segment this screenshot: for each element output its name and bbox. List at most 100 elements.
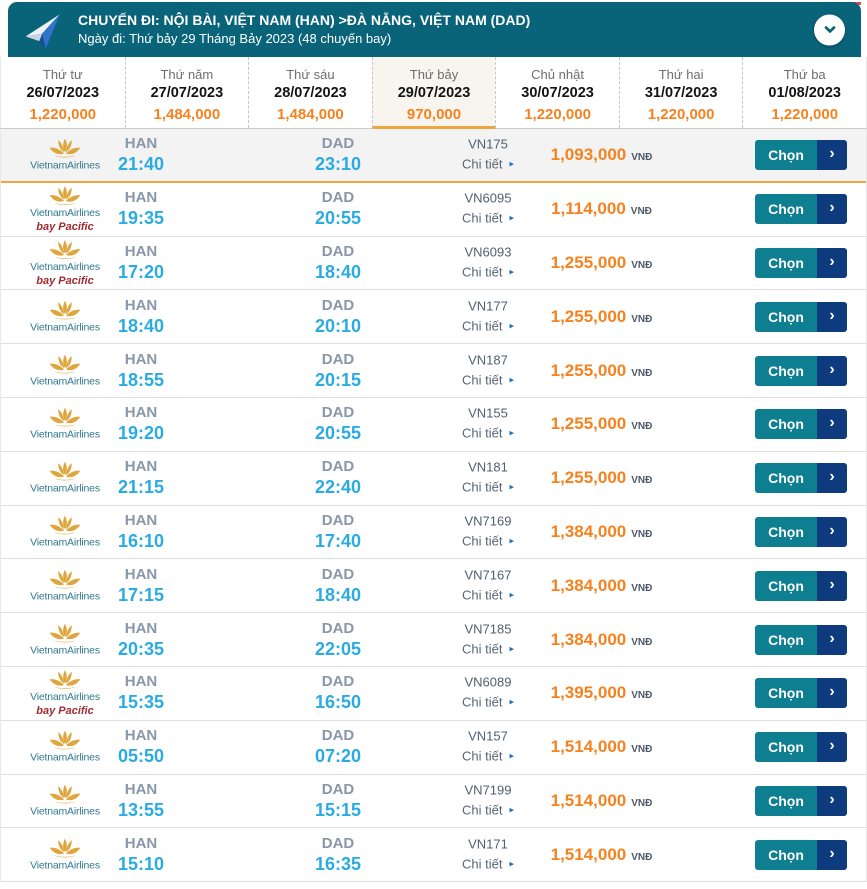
details-link[interactable]: Chi tiết ▸ bbox=[462, 426, 514, 441]
flight-row-VN7199: VietnamAirlines HAN 13:55 DAD 15:15 VN71… bbox=[1, 774, 866, 829]
details-label: Chi tiết bbox=[462, 856, 503, 872]
select-button[interactable]: Chọn › bbox=[755, 301, 847, 332]
select-button[interactable]: Chọn › bbox=[755, 463, 847, 494]
details-link[interactable]: Chi tiết ▸ bbox=[462, 856, 514, 871]
details-label: Chi tiết bbox=[462, 479, 503, 495]
origin-code: HAN bbox=[124, 242, 158, 260]
details-link[interactable]: Chi tiết ▸ bbox=[462, 587, 514, 602]
price-amount: 1,514,000 bbox=[550, 737, 627, 757]
arrival-cell: DAD 07:20 bbox=[296, 727, 380, 767]
price-cell: 1,255,000 VNĐ bbox=[529, 414, 674, 434]
arrival-time: 18:40 bbox=[314, 584, 362, 605]
details-link[interactable]: Chi tiết ▸ bbox=[462, 156, 514, 171]
price-amount: 1,255,000 bbox=[550, 252, 627, 272]
arrival-time: 22:05 bbox=[314, 638, 362, 659]
destination-code: DAD bbox=[321, 404, 355, 422]
details-link[interactable]: Chi tiết ▸ bbox=[462, 749, 514, 764]
chevron-right-icon: › bbox=[817, 732, 847, 763]
collapse-button[interactable] bbox=[814, 14, 845, 45]
chevron-right-icon: › bbox=[817, 785, 847, 816]
date-tab-29-07-2023[interactable]: Thứ bảy 29/07/2023 970,000 bbox=[371, 57, 496, 129]
details-label: Chi tiết bbox=[462, 264, 503, 280]
vietnam-airlines-lotus-icon bbox=[47, 568, 83, 590]
select-button-label: Chọn bbox=[755, 732, 817, 763]
arrival-time: 20:55 bbox=[314, 208, 362, 229]
origin-code: HAN bbox=[124, 404, 158, 422]
origin-code: HAN bbox=[124, 511, 158, 529]
select-button[interactable]: Chọn › bbox=[755, 624, 847, 655]
date-tab-26-07-2023[interactable]: Thứ tư 26/07/2023 1,220,000 bbox=[1, 57, 125, 128]
select-button[interactable]: Chọn › bbox=[755, 355, 847, 386]
chevron-right-icon: › bbox=[817, 516, 847, 547]
arrival-time: 15:15 bbox=[314, 799, 362, 820]
triangle-right-icon: ▸ bbox=[509, 643, 514, 654]
select-button[interactable]: Chọn › bbox=[755, 785, 847, 816]
price-cell: 1,255,000 VNĐ bbox=[529, 307, 674, 327]
details-link[interactable]: Chi tiết ▸ bbox=[462, 480, 514, 495]
departure-cell: HAN 18:40 bbox=[99, 297, 183, 337]
date-tab-28-07-2023[interactable]: Thứ sáu 28/07/2023 1,484,000 bbox=[248, 57, 372, 128]
trip-subtitle: Ngày đi: Thứ bảy 29 Tháng Bảy 2023 (48 c… bbox=[78, 31, 392, 47]
date-tab-30-07-2023[interactable]: Chủ nhật 30/07/2023 1,220,000 bbox=[495, 57, 619, 128]
destination-code: DAD bbox=[321, 134, 355, 152]
departure-cell: HAN 19:20 bbox=[99, 404, 183, 444]
flight-row-VN157: VietnamAirlines HAN 05:50 DAD 07:20 VN15… bbox=[1, 720, 866, 775]
chevron-right-icon: › bbox=[817, 839, 847, 870]
details-link[interactable]: Chi tiết ▸ bbox=[462, 264, 514, 279]
details-label: Chi tiết bbox=[462, 748, 503, 764]
details-link[interactable]: Chi tiết ▸ bbox=[462, 533, 514, 548]
date-tab-31-07-2023[interactable]: Thứ hai 31/07/2023 1,220,000 bbox=[618, 57, 743, 128]
tab-day-label: Chủ nhật bbox=[531, 67, 584, 82]
price-cell: 1,384,000 VNĐ bbox=[529, 522, 674, 542]
tab-price: 970,000 bbox=[406, 106, 462, 123]
date-tab-01-08-2023[interactable]: Thứ ba 01/08/2023 1,220,000 bbox=[742, 57, 866, 128]
price-amount: 1,255,000 bbox=[550, 306, 627, 326]
departure-time: 15:10 bbox=[117, 853, 165, 874]
chevron-right-icon: › bbox=[817, 570, 847, 601]
vietnam-airlines-lotus-icon bbox=[47, 730, 83, 752]
details-label: Chi tiết bbox=[462, 802, 503, 818]
arrival-time: 16:35 bbox=[314, 853, 362, 874]
chevron-right-icon: › bbox=[817, 678, 847, 709]
vietnam-airlines-lotus-icon bbox=[47, 300, 83, 322]
details-link[interactable]: Chi tiết ▸ bbox=[462, 695, 514, 710]
arrival-cell: DAD 20:15 bbox=[296, 351, 380, 391]
triangle-right-icon: ▸ bbox=[509, 427, 514, 438]
select-button[interactable]: Chọn › bbox=[755, 732, 847, 763]
chevron-right-icon: › bbox=[817, 194, 847, 225]
details-label: Chi tiết bbox=[462, 641, 503, 657]
select-button[interactable]: Chọn › bbox=[755, 678, 847, 709]
details-link[interactable]: Chi tiết ▸ bbox=[462, 641, 514, 656]
select-button[interactable]: Chọn › bbox=[755, 409, 847, 440]
details-link[interactable]: Chi tiết ▸ bbox=[462, 372, 514, 387]
flight-row-VN177: VietnamAirlines HAN 18:40 DAD 20:10 VN17… bbox=[1, 290, 866, 345]
select-button[interactable]: Chọn › bbox=[755, 194, 847, 225]
select-button-label: Chọn bbox=[755, 839, 817, 870]
date-tab-27-07-2023[interactable]: Thứ năm 27/07/2023 1,484,000 bbox=[124, 57, 249, 128]
vietnam-airlines-lotus-icon bbox=[47, 670, 83, 692]
tab-date: 30/07/2023 bbox=[521, 85, 594, 101]
details-link[interactable]: Chi tiết ▸ bbox=[462, 211, 514, 226]
select-button[interactable]: Chọn › bbox=[755, 839, 847, 870]
vietnam-airlines-lotus-icon bbox=[47, 784, 83, 806]
select-button[interactable]: Chọn › bbox=[755, 570, 847, 601]
arrival-cell: DAD 16:50 bbox=[296, 673, 380, 713]
select-button[interactable]: Chọn › bbox=[755, 516, 847, 547]
origin-code: HAN bbox=[124, 727, 158, 745]
details-link[interactable]: Chi tiết ▸ bbox=[462, 802, 514, 817]
select-button[interactable]: Chọn › bbox=[755, 139, 847, 170]
departure-time: 05:50 bbox=[117, 746, 165, 767]
arrival-cell: DAD 18:40 bbox=[296, 243, 380, 283]
currency-label: VNĐ bbox=[631, 259, 653, 271]
select-button[interactable]: Chọn › bbox=[755, 247, 847, 278]
vietnam-airlines-lotus-icon bbox=[47, 353, 83, 375]
tab-date: 26/07/2023 bbox=[26, 85, 100, 101]
flight-row-VN7169: VietnamAirlines HAN 16:10 DAD 17:40 VN71… bbox=[1, 505, 866, 560]
destination-code: DAD bbox=[321, 565, 355, 583]
destination-code: DAD bbox=[321, 242, 355, 260]
trip-header-text: CHUYẾN ĐI: NỘI BÀI, VIỆT NAM (HAN) >ĐÀ N… bbox=[78, 12, 530, 48]
origin-code: HAN bbox=[124, 458, 158, 476]
departure-time: 17:15 bbox=[117, 584, 165, 605]
details-link[interactable]: Chi tiết ▸ bbox=[462, 318, 514, 333]
flight-row-VN175: VietnamAirlines HAN 21:40 DAD 23:10 VN17… bbox=[1, 129, 866, 183]
